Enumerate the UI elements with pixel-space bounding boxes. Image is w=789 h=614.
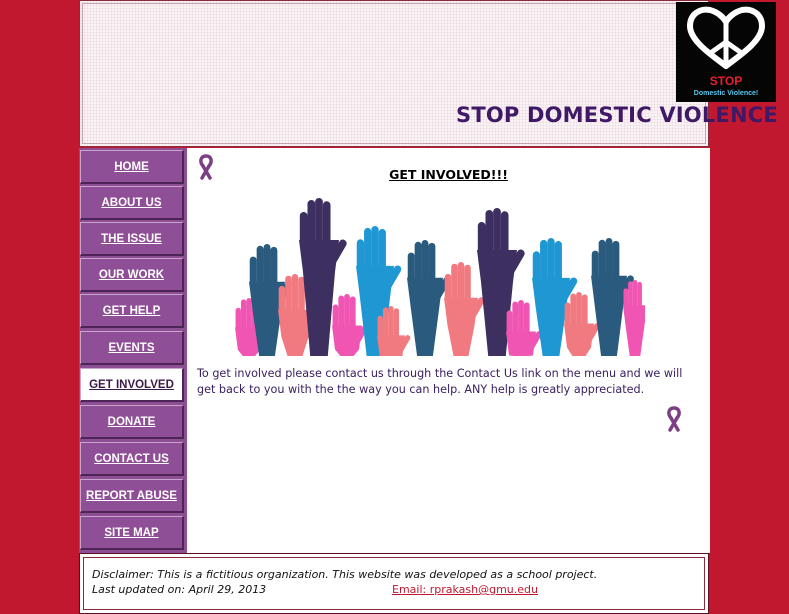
nav-item-contact-us[interactable]: CONTACT US	[80, 442, 184, 476]
nav-item-report-abuse[interactable]: REPORT ABUSE	[80, 479, 184, 513]
site-footer: Disclaimer: This is a fictitious organiz…	[79, 553, 709, 614]
nav-item-our-work[interactable]: OUR WORK	[80, 258, 184, 292]
hand-shape	[623, 280, 645, 356]
site-header: STOP Domestic Violence! STOP DOMESTIC VI…	[79, 0, 778, 147]
main-content: GET INVOLVED!!! To get involved please c…	[187, 148, 710, 553]
nav-item-get-help[interactable]: GET HELP	[80, 294, 184, 328]
nav-item-the-issue[interactable]: THE ISSUE	[80, 222, 184, 256]
nav-item-donate[interactable]: DONATE	[80, 405, 184, 439]
ribbon-icon	[667, 406, 681, 432]
site-title: STOP DOMESTIC VIOLENCE	[456, 103, 778, 127]
logo-subtext: Domestic Violence!	[693, 90, 759, 97]
email-link[interactable]: Email: rprakash@gmu.edu	[392, 583, 538, 596]
last-updated-label: Last updated on:	[92, 583, 186, 596]
last-updated: Last updated on: April 29, 2013	[92, 583, 266, 596]
nav-item-home[interactable]: HOME	[80, 150, 184, 184]
nav-item-get-involved[interactable]: GET INVOLVED	[80, 368, 184, 402]
body-paragraph: To get involved please contact us throug…	[197, 367, 683, 396]
nav-item-events[interactable]: EVENTS	[80, 331, 184, 365]
sidebar-nav: HOME ABOUT US THE ISSUE OUR WORK GET HEL…	[79, 148, 187, 553]
logo-stop-text: STOP	[709, 74, 743, 88]
raised-hands-image	[235, 198, 645, 356]
nav-item-about-us[interactable]: ABOUT US	[80, 186, 184, 220]
page-heading: GET INVOLVED!!!	[389, 167, 508, 182]
disclaimer-text: Disclaimer: This is a fictitious organiz…	[92, 568, 598, 581]
stop-logo: STOP Domestic Violence!	[676, 2, 776, 102]
nav-item-site-map[interactable]: SITE MAP	[80, 516, 184, 550]
last-updated-date: April 29, 2013	[188, 583, 267, 596]
hand-shape	[444, 262, 485, 356]
